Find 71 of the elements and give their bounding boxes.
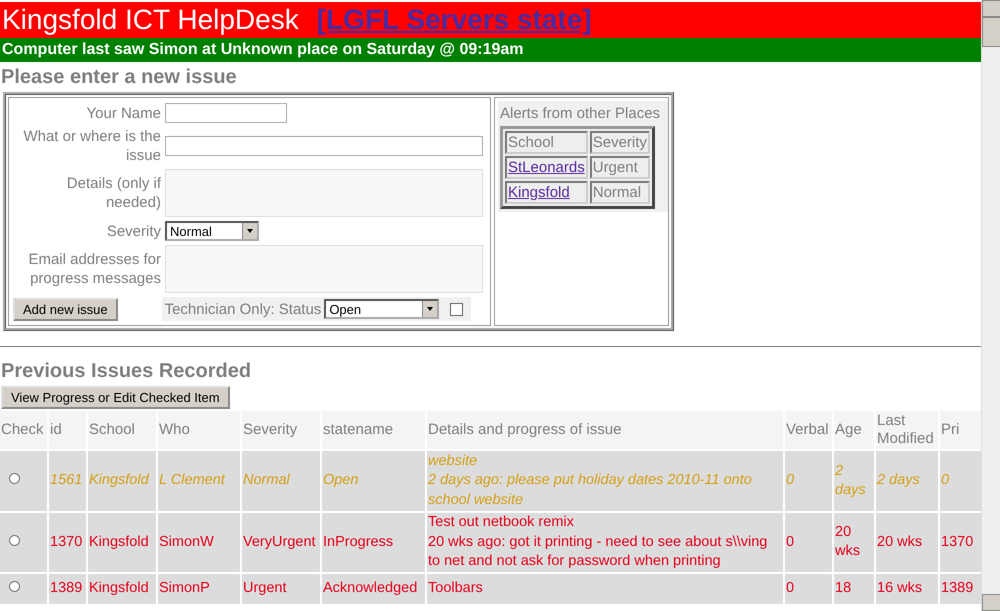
field-label: Email addresses for progress messages: [27, 250, 161, 288]
add-issue-button[interactable]: Add new issue: [13, 298, 118, 320]
column-header: Severity: [242, 411, 320, 449]
column-header: Details and progress of issue: [427, 411, 783, 449]
status-banner: Computer last saw Simon at Unknown place on Saturday @ 09:19am: [0, 38, 981, 62]
input-field[interactable]: [165, 103, 287, 123]
table-cell: Kingsfold: [88, 513, 156, 572]
table-cell: 1370: [49, 513, 86, 572]
radio-button[interactable]: [9, 473, 20, 484]
checkbox[interactable]: [450, 302, 464, 316]
text-area[interactable]: [165, 245, 483, 293]
table-cell: Normal: [590, 181, 650, 204]
table-cell: Kingsfold: [88, 574, 156, 604]
page-title: Kingsfold ICT HelpDesk: [2, 4, 299, 36]
column-header: Check: [0, 411, 47, 449]
radio-button[interactable]: [9, 580, 20, 592]
column-header: Verbal: [785, 411, 832, 449]
table-cell: VeryUrgent: [242, 513, 320, 572]
table-cell: L Clement: [158, 451, 240, 511]
table-cell: 1561: [49, 451, 86, 511]
field-label: Details (only if needed): [66, 174, 161, 212]
field-label: Technician Only: Status: [164, 300, 322, 318]
column-header: Who: [158, 411, 240, 449]
table-cell: 1370: [940, 513, 981, 572]
field-label: What or where is the issue: [22, 127, 161, 165]
field-label: Your Name: [86, 104, 161, 122]
table-cell: SimonP: [158, 574, 240, 604]
table-cell: Urgent: [242, 574, 320, 604]
table-cell: 16 wks: [876, 574, 938, 604]
table-cell: 2 days: [876, 451, 938, 511]
details-cell: Toolbars: [427, 574, 783, 604]
table-cell: 20 wks: [834, 513, 874, 572]
details-cell: website 2 days ago: please put holiday dates 2010-11 onto school website: [427, 451, 783, 511]
scrollbar[interactable]: [981, 0, 1000, 611]
table-cell: 0: [785, 451, 832, 511]
table-cell: 0: [785, 513, 832, 572]
school-link[interactable]: Kingsfold: [508, 184, 570, 201]
section-heading: Previous Issues Recorded: [0, 359, 252, 384]
table-cell: 1389: [49, 574, 86, 604]
column-header: School: [88, 411, 156, 449]
table-cell: 0: [940, 451, 981, 511]
text-area[interactable]: [165, 169, 483, 217]
alerts-title: Alerts from other Places: [500, 105, 662, 122]
table-cell: Kingsfold: [88, 451, 156, 511]
table-cell: 18: [834, 574, 874, 604]
column-header: Pri: [940, 411, 981, 449]
table-cell: Open: [322, 451, 425, 511]
column-header: statename: [322, 411, 425, 449]
column-header: School: [505, 131, 588, 154]
status-dropdown[interactable]: Open: [324, 299, 440, 319]
table-cell: SimonW: [158, 513, 240, 572]
table-cell: 0: [785, 574, 832, 604]
table-cell: Urgent: [590, 156, 650, 179]
column-header: Last Modified: [876, 411, 938, 449]
view-progress-button[interactable]: View Progress or Edit Checked Item: [1, 386, 230, 409]
table-cell: 20 wks: [876, 513, 938, 572]
table-cell: Normal: [242, 451, 320, 511]
input-field[interactable]: [165, 136, 483, 156]
table-cell: 2 days: [834, 451, 874, 511]
radio-button[interactable]: [9, 534, 20, 546]
table-cell: Acknowledged: [322, 574, 425, 604]
field-label: Severity: [106, 222, 161, 240]
details-cell: Test out netbook remix 20 wks ago: got it printing - need to see about s\\ving to net and not ask for password when printing: [427, 513, 783, 572]
table-cell: InProgress: [322, 513, 425, 572]
column-header: id: [49, 411, 86, 449]
table-cell: 1389: [940, 574, 981, 604]
column-header: Severity: [590, 131, 650, 154]
column-header: Age: [834, 411, 874, 449]
severity-dropdown[interactable]: Normal: [165, 221, 259, 241]
school-link[interactable]: StLeonards: [508, 159, 585, 176]
section-heading: Please enter a new issue: [0, 65, 238, 90]
